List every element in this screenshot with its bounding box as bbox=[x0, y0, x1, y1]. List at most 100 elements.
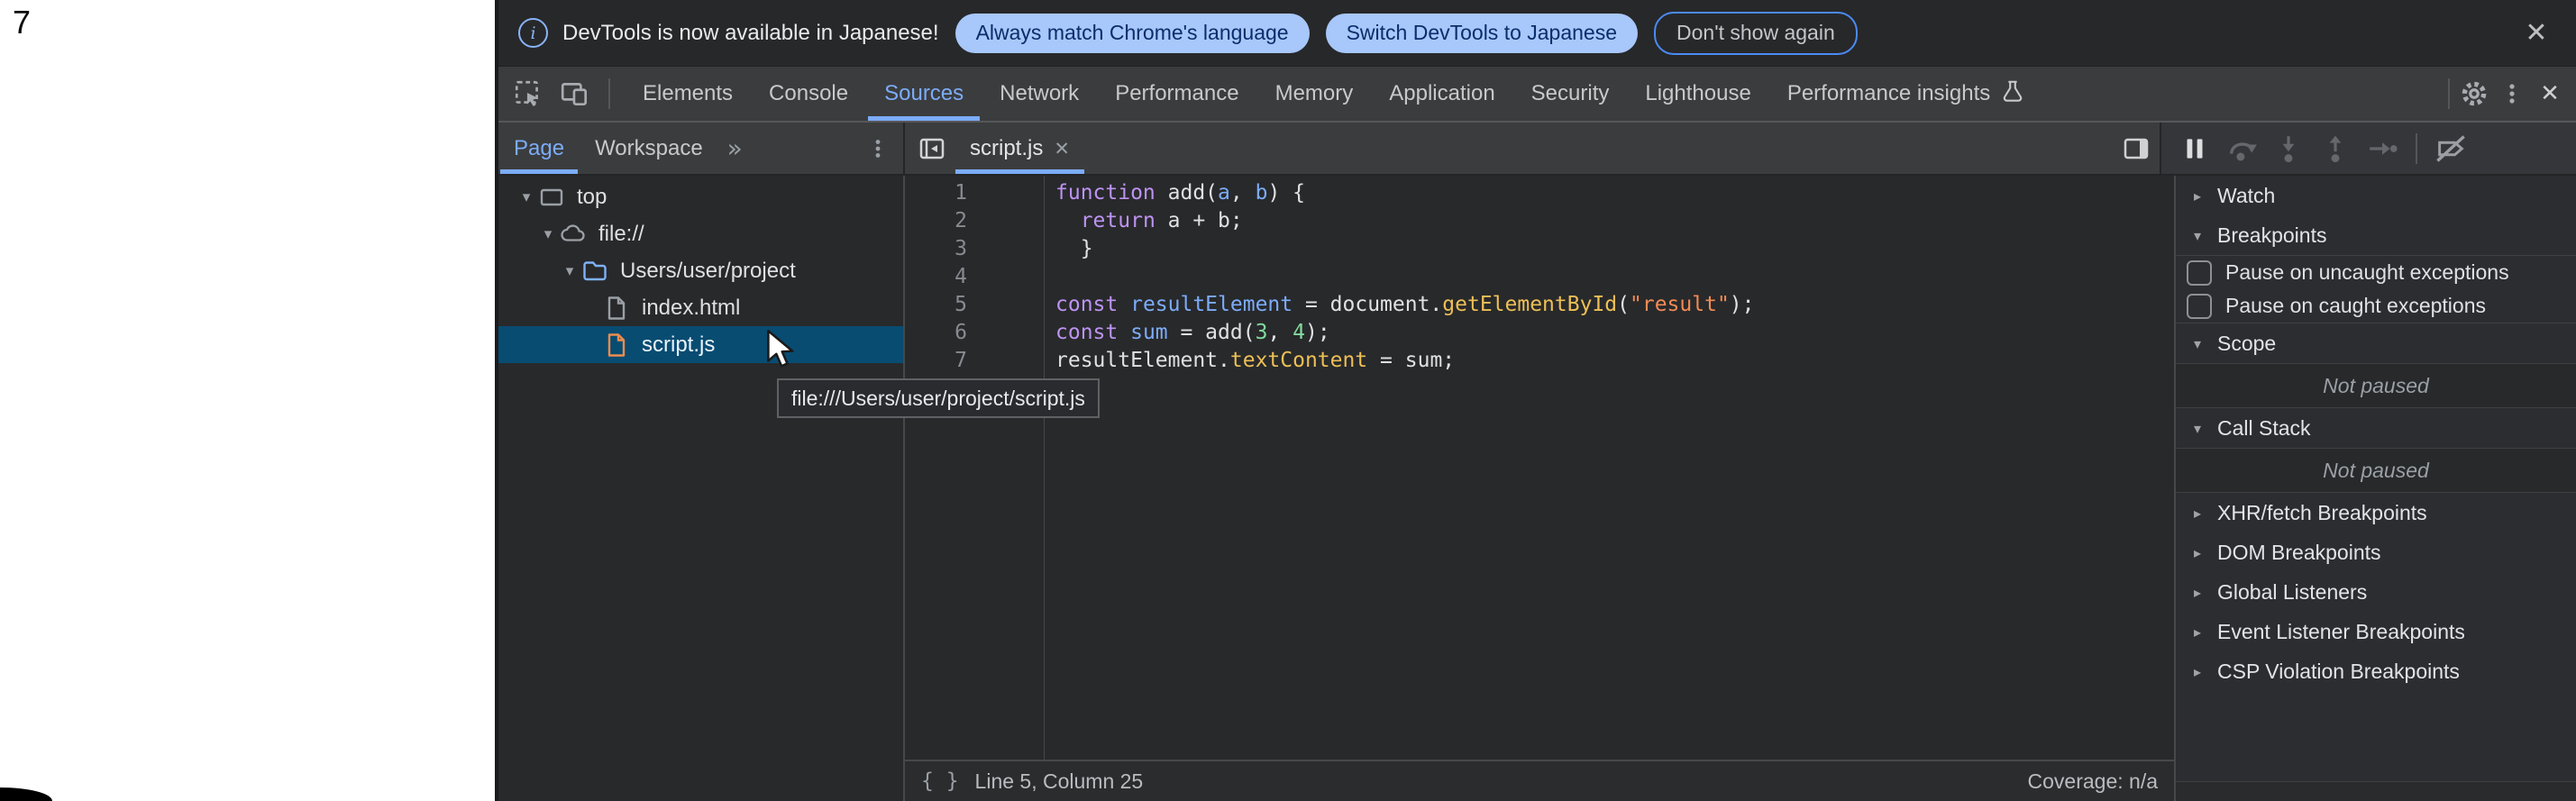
line-number-gutter[interactable]: 1234567 bbox=[905, 176, 1045, 760]
tree-item-index-html[interactable]: index.html bbox=[498, 289, 903, 326]
collapse-navigator-icon[interactable] bbox=[905, 123, 955, 174]
checkbox-row-pause-on-caught-exceptions[interactable]: Pause on caught exceptions bbox=[2176, 289, 2576, 323]
inspect-element-icon[interactable] bbox=[509, 75, 547, 113]
tab-console[interactable]: Console bbox=[751, 67, 866, 121]
banner-button-always-match-chrome-s-language[interactable]: Always match Chrome's language bbox=[955, 14, 1310, 53]
step-out-icon[interactable] bbox=[2316, 130, 2354, 168]
tree-item-script-js[interactable]: script.js bbox=[498, 326, 903, 363]
token-pln bbox=[1055, 209, 1081, 232]
toolbar-separator bbox=[2448, 78, 2450, 109]
tab-label: Security bbox=[1531, 81, 1610, 106]
navigator-more-icon[interactable] bbox=[865, 123, 903, 174]
tab-security[interactable]: Security bbox=[1513, 67, 1628, 121]
checkbox-row-pause-on-uncaught-exceptions[interactable]: Pause on uncaught exceptions bbox=[2176, 256, 2576, 289]
toolbar-separator bbox=[608, 78, 610, 109]
banner-button-switch-devtools-to-japanese[interactable]: Switch DevTools to Japanese bbox=[1326, 14, 1638, 53]
toggle-debugger-sidebar-icon[interactable] bbox=[2122, 123, 2160, 174]
active-navigator-tab-underline bbox=[500, 169, 578, 174]
pretty-print-icon[interactable]: { } bbox=[921, 769, 959, 793]
mouse-cursor bbox=[765, 330, 801, 371]
token-pln: = sum; bbox=[1367, 349, 1455, 372]
settings-gear-icon[interactable] bbox=[2455, 75, 2493, 113]
tree-item-top[interactable]: ▾ top bbox=[498, 178, 903, 215]
infobar-message: DevTools is now available in Japanese! bbox=[562, 21, 939, 46]
token-pln: } bbox=[1055, 237, 1093, 260]
editor-tab-script-js[interactable]: script.js ✕ bbox=[955, 123, 1084, 174]
devtools-tabbar: ElementsConsoleSourcesNetworkPerformance… bbox=[498, 67, 2576, 123]
tree-item-label: top bbox=[577, 185, 607, 210]
tab-overflow-icon[interactable]: » bbox=[718, 123, 752, 174]
tab-sources[interactable]: Sources bbox=[866, 67, 982, 121]
sidebar-spacer bbox=[2176, 691, 2576, 782]
tab-performance[interactable]: Performance bbox=[1097, 67, 1256, 121]
tree-expand-caret[interactable]: ▾ bbox=[536, 225, 560, 243]
more-options-icon[interactable] bbox=[2493, 75, 2531, 113]
status-text: Not paused bbox=[2323, 459, 2429, 483]
tree-expand-caret[interactable]: ▾ bbox=[558, 262, 581, 280]
tab-lighthouse[interactable]: Lighthouse bbox=[1627, 67, 1768, 121]
chevron-down-icon[interactable]: ▾ bbox=[2185, 335, 2210, 352]
tab-label: Elements bbox=[643, 81, 733, 106]
token-kw: const bbox=[1055, 293, 1130, 316]
tab-elements[interactable]: Elements bbox=[625, 67, 751, 121]
sidebar-section-label: Breakpoints bbox=[2217, 223, 2326, 248]
sidebar-section-watch[interactable]: ▸Watch bbox=[2176, 176, 2576, 215]
token-num: 3 bbox=[1256, 321, 1268, 344]
chevron-right-icon[interactable]: ▸ bbox=[2185, 505, 2210, 522]
device-toolbar-icon[interactable] bbox=[556, 75, 594, 113]
sidebar-section-xhr-fetch-breakpoints[interactable]: ▸XHR/fetch Breakpoints bbox=[2176, 493, 2576, 532]
sidebar-section-label: CSP Violation Breakpoints bbox=[2217, 660, 2460, 684]
chevron-right-icon[interactable]: ▸ bbox=[2185, 584, 2210, 601]
tree-item-users-user-project[interactable]: ▾Users/user/project bbox=[498, 252, 903, 289]
sidebar-section-scope[interactable]: ▾ Scope bbox=[2176, 323, 2576, 364]
navigator-tab-label: Workspace bbox=[595, 136, 703, 161]
code-editor[interactable]: 1234567 function add(a, b) { return a + … bbox=[905, 176, 2174, 760]
close-devtools-icon[interactable]: ✕ bbox=[2531, 75, 2569, 113]
chevron-right-icon[interactable]: ▸ bbox=[2185, 624, 2210, 641]
infobar-close-icon[interactable]: ✕ bbox=[2517, 17, 2556, 49]
sidebar-section-event-listener-breakpoints[interactable]: ▸Event Listener Breakpoints bbox=[2176, 612, 2576, 651]
code-line bbox=[1055, 263, 2174, 291]
sidebar-section-breakpoints[interactable]: ▾ Breakpoints bbox=[2176, 215, 2576, 256]
tree-item-file[interactable]: ▾file:// bbox=[498, 215, 903, 252]
sidebar-section-dom-breakpoints[interactable]: ▸DOM Breakpoints bbox=[2176, 532, 2576, 572]
step-icon[interactable] bbox=[2363, 130, 2401, 168]
code-content[interactable]: function add(a, b) { return a + b; } con… bbox=[1045, 176, 2174, 760]
tab-network[interactable]: Network bbox=[982, 67, 1097, 121]
coverage-status-text: Coverage: n/a bbox=[2028, 769, 2158, 794]
navigator-tab-page[interactable]: Page bbox=[498, 123, 580, 174]
bottom-left-corner-shape bbox=[0, 787, 52, 801]
tab-application[interactable]: Application bbox=[1371, 67, 1512, 121]
sidebar-section-csp-violation-breakpoints[interactable]: ▸ CSP Violation Breakpoints bbox=[2176, 651, 2576, 691]
editor-tab-close-icon[interactable]: ✕ bbox=[1054, 138, 1070, 159]
code-line: function add(a, b) { bbox=[1055, 179, 2174, 207]
banner-button-don-t-show-again[interactable]: Don't show again bbox=[1654, 12, 1858, 55]
token-kw: return bbox=[1081, 209, 1168, 232]
flask-icon bbox=[1999, 79, 2024, 109]
line-number: 3 bbox=[905, 235, 967, 263]
sidebar-section-call-stack[interactable]: ▾Call Stack bbox=[2176, 408, 2576, 449]
sidebar-section-label: Scope bbox=[2217, 332, 2276, 356]
navigator-tab-workspace[interactable]: Workspace bbox=[580, 123, 718, 174]
chevron-right-icon[interactable]: ▸ bbox=[2185, 187, 2210, 205]
chevron-down-icon[interactable]: ▾ bbox=[2185, 227, 2210, 244]
tab-performance-insights[interactable]: Performance insights bbox=[1769, 67, 2042, 121]
chevron-down-icon[interactable]: ▾ bbox=[2185, 420, 2210, 437]
file-path-tooltip: file:///Users/user/project/script.js bbox=[777, 378, 1100, 418]
pause-icon[interactable] bbox=[2176, 130, 2214, 168]
tab-memory[interactable]: Memory bbox=[1257, 67, 1372, 121]
sidebar-section-global-listeners[interactable]: ▸Global Listeners bbox=[2176, 572, 2576, 612]
step-into-icon[interactable] bbox=[2270, 130, 2307, 168]
tree-expand-caret[interactable]: ▾ bbox=[515, 188, 538, 206]
file-js-icon bbox=[603, 332, 630, 359]
checkbox-unchecked[interactable] bbox=[2187, 294, 2212, 319]
checkbox-unchecked[interactable] bbox=[2187, 260, 2212, 286]
line-number: 7 bbox=[905, 347, 967, 375]
chevron-right-icon[interactable]: ▸ bbox=[2185, 544, 2210, 561]
step-over-icon[interactable] bbox=[2223, 130, 2261, 168]
line-number: 5 bbox=[905, 291, 967, 319]
debugger-sidebar: ▸Watch ▾ Breakpoints Pause on uncaught exce… bbox=[2176, 176, 2576, 801]
deactivate-breakpoints-icon[interactable] bbox=[2432, 130, 2470, 168]
active-tab-underline bbox=[868, 116, 980, 121]
chevron-right-icon[interactable]: ▸ bbox=[2185, 663, 2210, 680]
